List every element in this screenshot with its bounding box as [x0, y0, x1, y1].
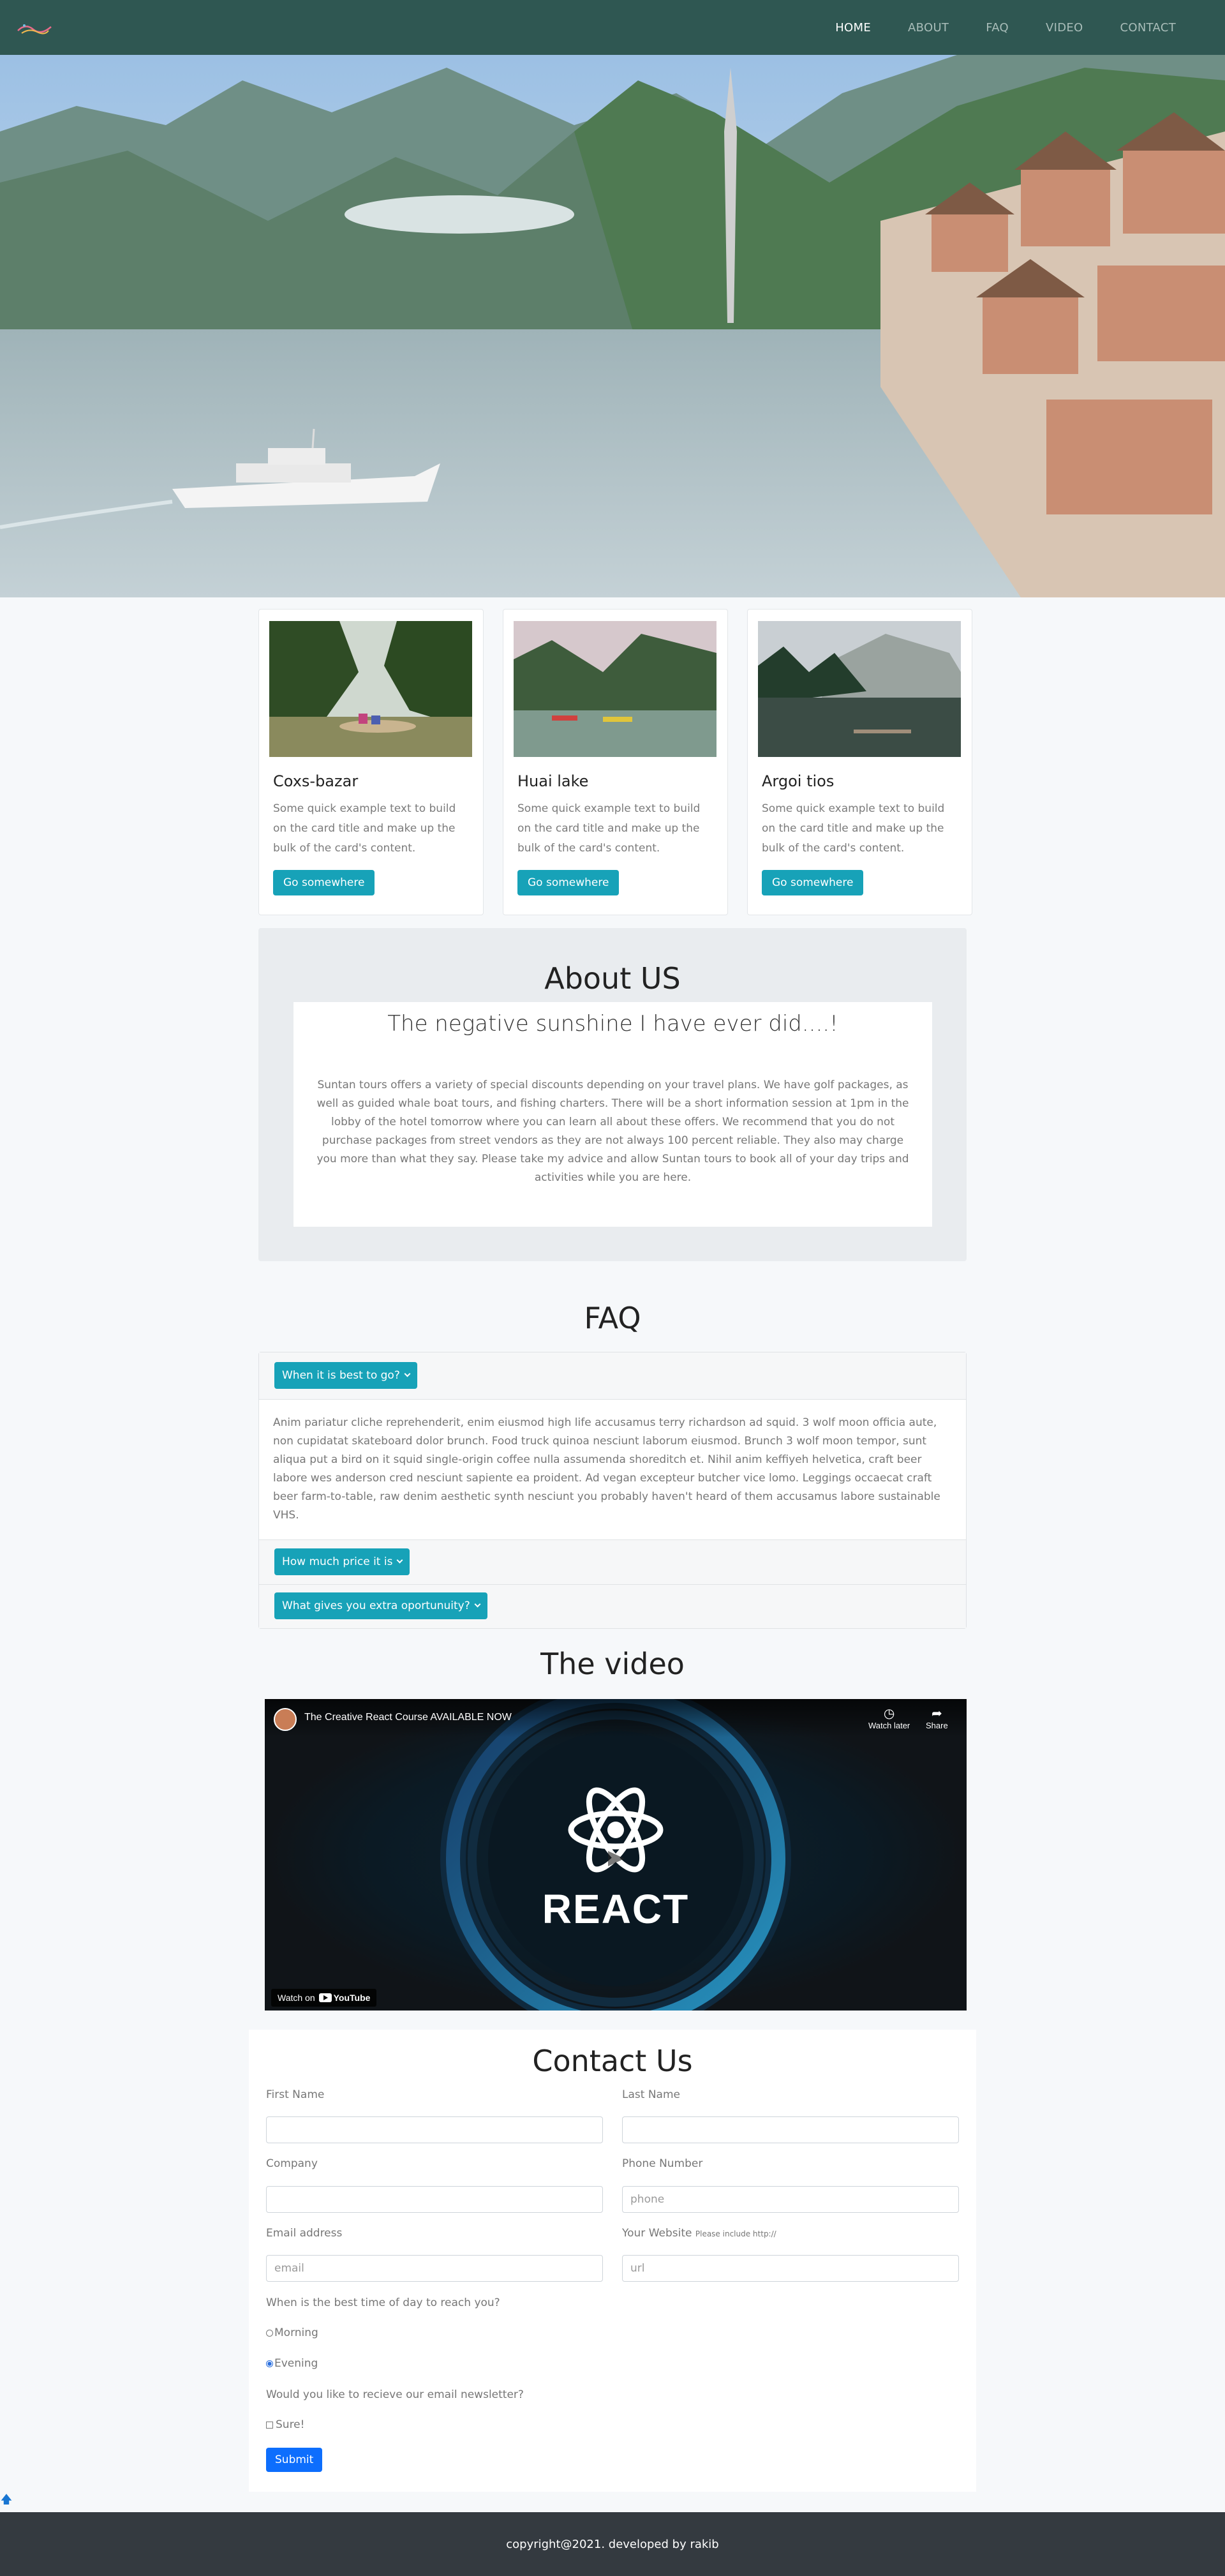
evening-label: Evening [274, 2357, 318, 2370]
youtube-play-icon [318, 1993, 332, 2002]
last-name-input[interactable] [622, 2116, 959, 2143]
channel-avatar[interactable] [274, 1708, 297, 1731]
chevron-down-icon [474, 1601, 481, 1608]
navbar: HOME ABOUT FAQ VIDEO CONTACT [0, 0, 1225, 55]
faq-question-2: How much price it is [282, 1555, 393, 1568]
first-name-label: First Name [266, 2088, 325, 2101]
card-title: Huai lake [517, 772, 589, 790]
youtube-video-embed[interactable]: REACT The Creative React Course AVAILABL… [265, 1699, 967, 2011]
faq-accordion: When it is best to go? Anim pariatur cli… [258, 1352, 967, 1629]
about-title: About US [544, 961, 681, 996]
faq-title: FAQ [584, 1301, 641, 1335]
nav-about[interactable]: ABOUT [889, 21, 967, 34]
contact-form: Contact Us First Name Last Name Company … [249, 2030, 976, 2492]
video-section-title: The video [540, 1647, 685, 1681]
email-label: Email address [266, 2227, 343, 2240]
nav-contact[interactable]: CONTACT [1102, 21, 1194, 34]
video-thumbnail [265, 1699, 967, 2011]
share-icon: ➦ [931, 1707, 942, 1721]
react-word: REACT [542, 1886, 690, 1932]
contact-title: Contact Us [532, 2044, 693, 2078]
phone-label: Phone Number [622, 2157, 703, 2170]
faq-answer-1: Anim pariatur cliche reprehenderit, enim… [259, 1400, 966, 1540]
card-text: Some quick example text to build on the … [273, 802, 456, 855]
faq-toggle-3[interactable]: What gives you extra oportunuity? [274, 1592, 487, 1619]
card-argoi-tios: Argoi tios Some quick example text to bu… [747, 609, 972, 915]
sure-label: Sure! [276, 2418, 305, 2431]
go-somewhere-button[interactable]: Go somewhere [517, 870, 620, 895]
brand-logo[interactable] [15, 18, 54, 37]
footer-copyright: copyright@2021. developed by rakib [506, 2537, 719, 2551]
faq-question-3: What gives you extra oportunuity? [282, 1599, 470, 1612]
company-label: Company [266, 2157, 318, 2170]
website-input[interactable] [622, 2255, 959, 2282]
morning-option[interactable]: Morning [266, 2326, 318, 2339]
watch-later-label: Watch later [868, 1721, 910, 1730]
last-name-label: Last Name [622, 2088, 680, 2101]
faq-header-3: What gives you extra oportunuity? [259, 1585, 966, 1628]
card-text: Some quick example text to build on the … [517, 802, 701, 855]
faq-toggle-2[interactable]: How much price it is [274, 1548, 410, 1575]
nav-faq[interactable]: FAQ [967, 21, 1027, 34]
scroll-to-top-icon[interactable]: 🡅 [0, 2492, 13, 2506]
submit-button[interactable]: Submit [266, 2448, 323, 2472]
watch-on-label: Watch on [278, 1993, 315, 2003]
card-image [514, 621, 716, 757]
youtube-label: YouTube [333, 1993, 371, 2003]
watch-later-button[interactable]: ◷ Watch later [868, 1707, 910, 1730]
nav-links: HOME ABOUT FAQ VIDEO CONTACT [817, 0, 1194, 55]
about-section: About US The negative sunshine I have ev… [258, 928, 967, 1261]
website-label-text: Your Website [622, 2227, 692, 2240]
video-title[interactable]: The Creative React Course AVAILABLE NOW [304, 1712, 512, 1723]
faq-toggle-1[interactable]: When it is best to go? [274, 1362, 417, 1389]
phone-input[interactable] [622, 2186, 959, 2213]
destination-cards: Coxs-bazar Some quick example text to bu… [258, 609, 972, 915]
website-hint: Please include http:// [695, 2229, 776, 2238]
about-box: The negative sunshine I have ever did...… [293, 1002, 932, 1227]
watch-on-youtube-button[interactable]: Watch on YouTube [271, 1989, 377, 2007]
nav-video[interactable]: VIDEO [1027, 21, 1102, 34]
go-somewhere-button[interactable]: Go somewhere [762, 870, 864, 895]
clock-icon: ◷ [883, 1707, 895, 1721]
faq-question-1: When it is best to go? [282, 1369, 400, 1382]
footer: copyright@2021. developed by rakib [0, 2512, 1225, 2576]
card-title: Argoi tios [762, 772, 835, 790]
card-image [269, 621, 472, 757]
email-input[interactable] [266, 2255, 603, 2282]
about-subtitle: The negative sunshine I have ever did...… [387, 1011, 838, 1037]
evening-option[interactable]: Evening [266, 2357, 318, 2370]
faq-header-1: When it is best to go? [259, 1352, 966, 1400]
newsletter-question: Would you like to recieve our email news… [266, 2388, 524, 2401]
chevron-down-icon [396, 1557, 403, 1564]
share-button[interactable]: ➦ Share [926, 1707, 948, 1730]
card-huai-lake: Huai lake Some quick example text to bui… [503, 609, 728, 915]
newsletter-option[interactable]: Sure! [266, 2418, 304, 2431]
card-text: Some quick example text to build on the … [762, 802, 945, 855]
evening-radio[interactable] [266, 2360, 273, 2367]
morning-radio[interactable] [266, 2329, 273, 2337]
hero-banner-image [0, 55, 1225, 597]
youtube-logo: YouTube [318, 1993, 371, 2003]
morning-label: Morning [274, 2326, 318, 2339]
nav-home[interactable]: HOME [817, 21, 889, 34]
about-text: Suntan tours offers a variety of special… [316, 1079, 909, 1184]
go-somewhere-button[interactable]: Go somewhere [273, 870, 375, 895]
card-title: Coxs-bazar [273, 772, 359, 790]
card-image [758, 621, 961, 757]
company-input[interactable] [266, 2186, 603, 2213]
card-coxs-bazar: Coxs-bazar Some quick example text to bu… [258, 609, 484, 915]
faq-header-2: How much price it is [259, 1540, 966, 1585]
website-label: Your Website Please include http:// [622, 2227, 776, 2240]
newsletter-checkbox[interactable] [266, 2421, 273, 2429]
chevron-down-icon [404, 1370, 411, 1377]
first-name-input[interactable] [266, 2116, 603, 2143]
share-label: Share [926, 1721, 948, 1730]
time-question: When is the best time of day to reach yo… [266, 2296, 500, 2309]
